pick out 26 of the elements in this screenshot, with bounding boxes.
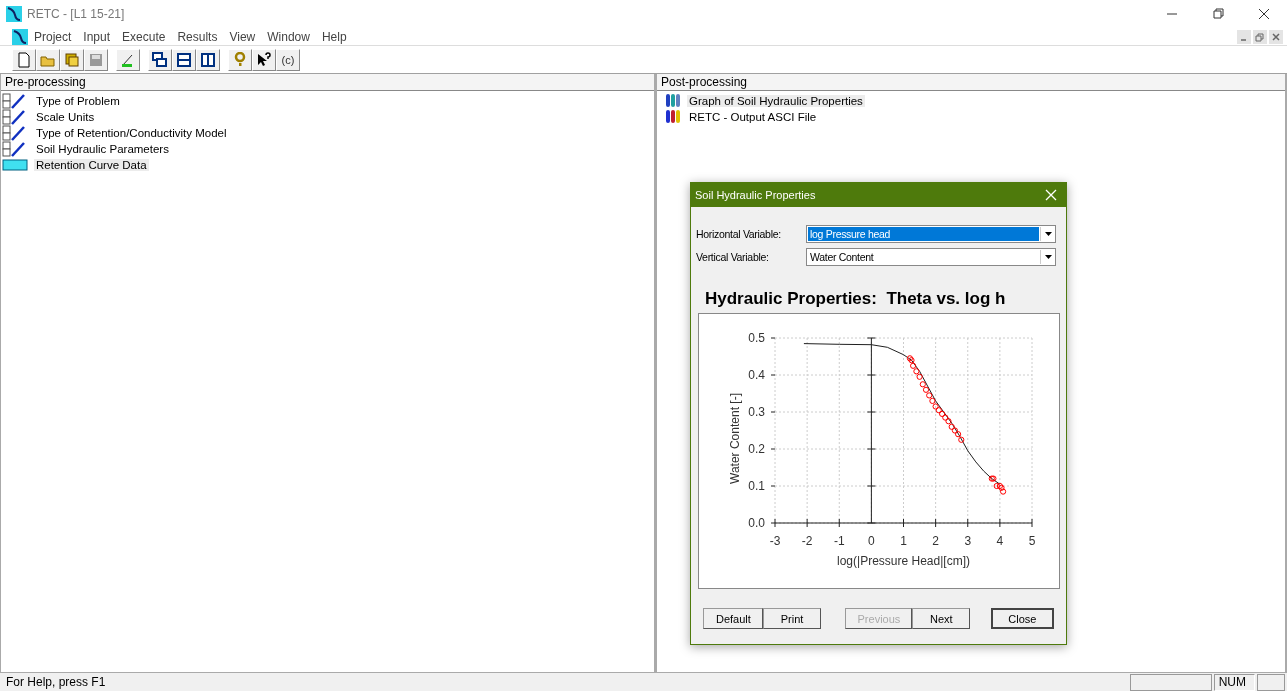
axis-title: log(|Pressure Head|[cm]) <box>837 554 970 568</box>
tick-label: 0.5 <box>748 331 765 345</box>
tick-label: 5 <box>1028 534 1036 548</box>
tick-label: 0.4 <box>748 368 765 382</box>
tick-label: 0 <box>868 534 875 548</box>
tick-label: 0.1 <box>748 479 765 493</box>
axis-title: Water Content [-] <box>728 393 742 484</box>
tick-label: 4 <box>996 534 1004 548</box>
window-title: RETC - [L1 15-21] <box>27 7 126 21</box>
tick-label: 3 <box>964 534 972 548</box>
status-indicator: NUM <box>1213 673 1255 691</box>
tick-label: 0.3 <box>748 405 765 419</box>
tick-label: -1 <box>833 534 845 548</box>
pane-header: Pre-processing <box>1 74 654 91</box>
status-message: For Help, press F1 <box>5 675 107 689</box>
tick-label: -2 <box>801 534 813 548</box>
chart-title: Hydraulic Properties: Theta vs. log h <box>705 289 1007 309</box>
field-label: Horizontal Variable: <box>696 227 782 240</box>
tick-label: 1 <box>900 534 907 548</box>
tick-label: 0.0 <box>748 516 765 530</box>
field-label: Vertical Variable: <box>696 250 770 263</box>
dialog-title: Soil Hydraulic Properties <box>695 189 817 201</box>
tick-label: 0.2 <box>748 442 765 456</box>
tick-label: -3 <box>769 534 781 548</box>
pane-header: Post-processing <box>657 74 1285 91</box>
tick-label: 2 <box>932 534 939 548</box>
